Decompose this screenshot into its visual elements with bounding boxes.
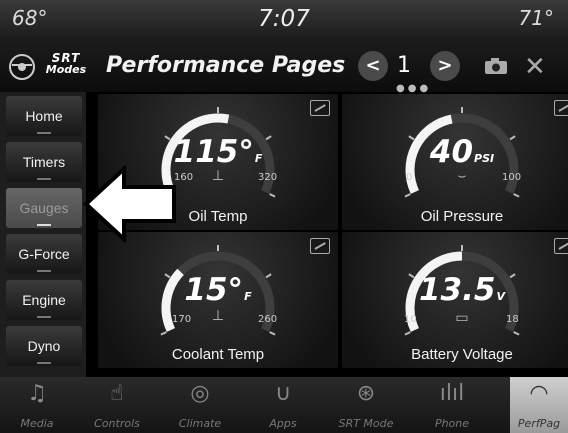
gauge-unit: F [244, 290, 252, 303]
gauge-label: Coolant Temp [171, 346, 265, 363]
gauge-max: 260 [258, 314, 278, 325]
sidebar-item-label: Gauges [19, 200, 69, 216]
page-title: Performance Pages [106, 53, 346, 78]
dock-label: Media [20, 417, 54, 430]
sidebar-item-timers[interactable]: Timers [6, 142, 82, 182]
pointer-arrow-icon [83, 165, 176, 243]
gauge-max: 18 [506, 314, 519, 325]
apps-icon: ∪ [274, 381, 292, 406]
gauge-value: 40PSI [342, 134, 568, 170]
dock-controls[interactable]: ☝ Controls [80, 377, 154, 433]
page-indicator-dots: ●●● [396, 83, 432, 94]
gauge-tick [160, 331, 167, 336]
phone-signal-icon: ılıl [439, 381, 465, 406]
edit-gauge-icon[interactable] [554, 238, 568, 254]
page-number: 1 [397, 53, 411, 78]
gauge-max: 320 [258, 172, 278, 183]
gauge-icon: ◠ [529, 381, 549, 406]
gauge-value: 15°F [98, 272, 338, 308]
dock-label: Controls [94, 417, 140, 430]
sidebar-item-label: Dyno [27, 338, 61, 354]
clock: 7:07 [258, 6, 310, 32]
gauge-label: Oil Pressure [420, 208, 504, 225]
sidebar-item-label: G-Force [18, 246, 70, 262]
sidebar-menu: Home Timers Gauges G-Force Engine Dyno [0, 92, 86, 377]
oil-can-icon: ⌣ [457, 168, 467, 184]
climate-icon: ◎ [190, 381, 210, 406]
bottom-dock: ♫ Media ☝ Controls ◎ Climate ∪ Apps ⊛ SR… [0, 377, 568, 433]
sidebar-item-home[interactable]: Home [6, 96, 82, 136]
gauge-tile-battery-voltage[interactable]: 13.5V 10 18 ▭ Battery Voltage [342, 232, 568, 368]
gauge-unit: PSI [474, 152, 495, 165]
sidebar-item-dyno[interactable]: Dyno [6, 326, 82, 366]
close-icon[interactable]: ✕ [524, 52, 546, 82]
gauge-value: 13.5V [342, 272, 568, 308]
gauge-tick [269, 331, 276, 336]
gauge-min: 170 [172, 314, 192, 325]
gauge-min: 0 [406, 172, 413, 183]
sidebar-item-g-force[interactable]: G-Force [6, 234, 82, 274]
gauge-tick [404, 193, 411, 198]
modes-logo-text: Modes [45, 63, 87, 76]
gauge-tile-coolant-temp[interactable]: 15°F 170 260 ⊥ Coolant Temp [98, 232, 338, 368]
steering-wheel-icon: ⊛ [356, 381, 376, 406]
dock-srt-mode[interactable]: ⊛ SRT Mode [326, 377, 406, 433]
gauge-unit: F [254, 152, 263, 165]
dock-climate[interactable]: ◎ Climate [160, 377, 240, 433]
gauge-label: Battery Voltage [411, 346, 513, 363]
gauge-reading: 15° [184, 272, 244, 308]
gauge-tile-oil-pressure[interactable]: 40PSI 0 100 ⌣ Oil Pressure [342, 94, 568, 230]
title-bar: SRT Modes Performance Pages < 1 > ●●● ✕ [0, 40, 568, 94]
sidebar-item-engine[interactable]: Engine [6, 280, 82, 320]
gauge-reading: 115° [173, 134, 254, 170]
battery-icon: ▭ [455, 310, 469, 326]
next-page-button[interactable]: > [430, 51, 460, 81]
music-note-icon: ♫ [27, 381, 47, 406]
edit-gauge-icon[interactable] [554, 100, 568, 116]
gauge-min: 10 [404, 314, 417, 325]
srt-modes-logo: SRT Modes [42, 52, 90, 76]
srt-logo-icon [9, 54, 35, 80]
coolant-icon: ⊥ [211, 308, 225, 324]
gauge-tick [513, 193, 520, 198]
gauge-tick [269, 193, 276, 198]
previous-page-button[interactable]: < [358, 51, 388, 81]
dock-label: Phone [434, 417, 470, 430]
dock-phone[interactable]: ılıl Phone [412, 377, 492, 433]
sidebar-item-label: Engine [22, 292, 66, 308]
sidebar-item-label: Timers [22, 154, 66, 170]
edit-gauge-icon[interactable] [310, 100, 330, 116]
gauge-max: 100 [502, 172, 522, 183]
gauge-tick [513, 331, 520, 336]
dock-apps[interactable]: ∪ Apps [246, 377, 320, 433]
oil-temp-icon: ⊥ [211, 168, 225, 184]
dock-label: SRT Mode [338, 417, 394, 430]
camera-icon[interactable] [484, 57, 508, 75]
dock-label: PerfPag [517, 417, 561, 430]
status-bar: 68° 7:07 71° [0, 0, 568, 40]
gauge-tick [404, 331, 411, 336]
sidebar-item-label: Home [25, 108, 63, 124]
edit-gauge-icon[interactable] [310, 238, 330, 254]
hand-controls-icon: ☝ [110, 381, 124, 406]
dock-label: Apps [269, 417, 297, 430]
dock-media[interactable]: ♫ Media [0, 377, 74, 433]
dock-performance-pages[interactable]: ◠ PerfPag [510, 377, 568, 433]
gauge-unit: V [496, 290, 505, 303]
sidebar-item-gauges[interactable]: Gauges [6, 188, 82, 228]
outside-temp-right[interactable]: 71° [519, 6, 554, 30]
gauge-reading: 13.5 [418, 272, 496, 308]
dock-label: Climate [178, 417, 222, 430]
gauge-reading: 40 [429, 134, 474, 170]
